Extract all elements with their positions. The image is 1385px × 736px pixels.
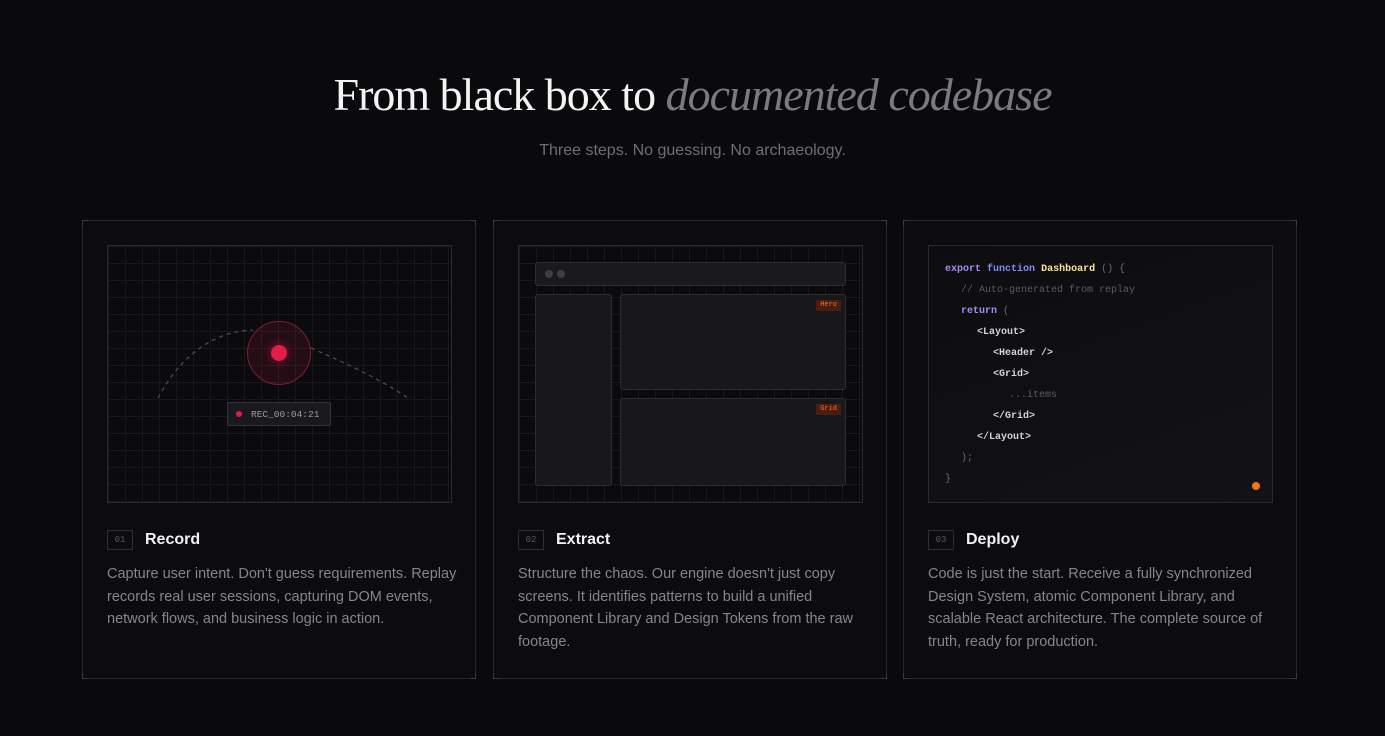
code-line: } [945, 474, 952, 485]
step-description: Structure the chaos. Our engine doesn't … [518, 566, 854, 651]
grid-tag: Grid [816, 404, 841, 415]
step-description: Capture user intent. Don't guess require… [107, 566, 457, 628]
code-line: ...items [1009, 390, 1058, 401]
window-dot-icon [557, 270, 565, 278]
grid-block: Grid [620, 398, 846, 486]
step-card-extract: Hero Grid 02 Extract Structure the chaos… [493, 220, 887, 679]
step-card-record: REC_00:04:21 01 Record Capture user inte… [82, 220, 476, 679]
step-description: Code is just the start. Receive a fully … [928, 566, 1263, 651]
code-line: <Layout> [977, 327, 1026, 338]
step-header: 02 Extract [518, 530, 610, 550]
code-line: // Auto-generated from replay [961, 285, 1136, 296]
step-title: Extract [556, 531, 611, 548]
code-line: return ( [961, 306, 1010, 317]
code-line: <Header /> [993, 348, 1054, 359]
step-title: Record [145, 531, 201, 548]
step-header: 01 Record [107, 530, 200, 550]
window-dot-icon [545, 270, 553, 278]
recording-timer-badge: REC_00:04:21 [227, 402, 331, 426]
record-visual: REC_00:04:21 [107, 245, 452, 503]
status-dot-icon [1252, 482, 1260, 490]
title-main: From black box to [333, 69, 666, 120]
live-dot-icon [236, 411, 242, 417]
code-line: export function Dashboard () { [945, 264, 1126, 275]
recording-timer: REC_00:04:21 [251, 408, 320, 420]
step-number: 03 [928, 530, 954, 550]
code-line: </Grid> [993, 411, 1036, 422]
extract-visual: Hero Grid [518, 245, 863, 503]
code-visual: export function Dashboard () { // Auto-g… [928, 245, 1273, 503]
sidebar-block [535, 294, 612, 486]
hero-block: Hero [620, 294, 846, 390]
step-title: Deploy [966, 531, 1020, 548]
record-dot-icon [271, 345, 287, 361]
code-line: <Grid> [993, 369, 1030, 380]
step-number: 01 [107, 530, 133, 550]
browser-bar [535, 262, 846, 286]
step-card-deploy: export function Dashboard () { // Auto-g… [903, 220, 1297, 679]
step-header: 03 Deploy [928, 530, 1019, 550]
step-number: 02 [518, 530, 544, 550]
page-title: From black box to documented codebase [0, 68, 1385, 121]
title-accent: documented codebase [665, 69, 1053, 120]
hero-tag: Hero [816, 300, 841, 311]
page-subtitle: Three steps. No guessing. No archaeology… [539, 142, 846, 159]
code-line: </Layout> [977, 432, 1032, 443]
code-line: ); [961, 453, 974, 464]
